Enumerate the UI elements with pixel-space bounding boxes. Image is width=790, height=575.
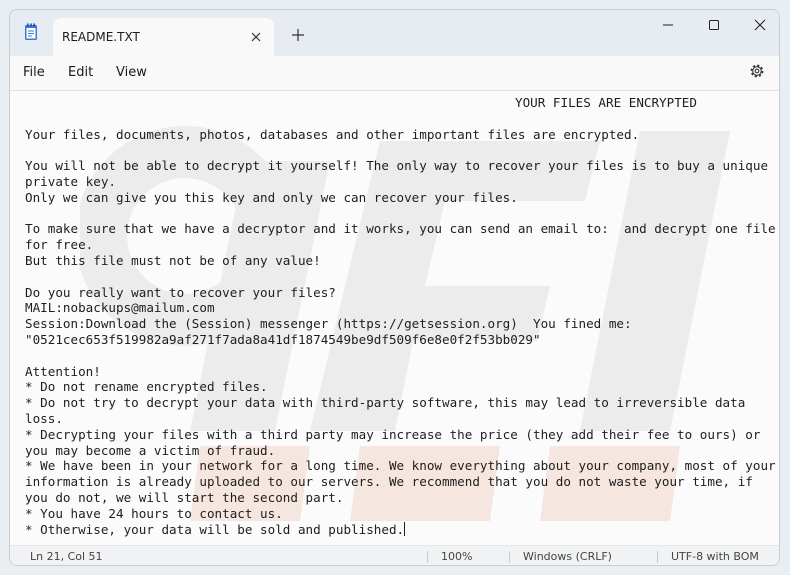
status-divider: [427, 551, 428, 563]
document-body: Your files, documents, photos, databases…: [25, 126, 776, 537]
zoom-level[interactable]: 100%: [441, 550, 472, 563]
document-heading: YOUR FILES ARE ENCRYPTED: [515, 95, 697, 110]
notepad-window: README.TXT File Edit View YOUR FILES ARE…: [9, 9, 780, 566]
tab-readme[interactable]: README.TXT: [53, 18, 274, 56]
gear-icon[interactable]: [749, 63, 765, 79]
status-divider: [509, 551, 510, 563]
menu-bar: File Edit View: [10, 56, 779, 90]
minimize-icon[interactable]: [645, 10, 691, 40]
document-text: YOUR FILES ARE ENCRYPTED Your files, doc…: [25, 95, 777, 537]
menu-file[interactable]: File: [23, 65, 45, 80]
close-tab-icon[interactable]: [244, 25, 268, 49]
title-bar[interactable]: README.TXT: [10, 10, 779, 56]
menu-edit[interactable]: Edit: [68, 65, 93, 80]
line-ending[interactable]: Windows (CRLF): [523, 550, 612, 563]
close-icon[interactable]: [737, 10, 780, 40]
text-caret: [404, 521, 406, 536]
menu-view[interactable]: View: [116, 65, 147, 80]
status-divider: [657, 551, 658, 563]
tab-title: README.TXT: [62, 30, 140, 44]
encoding[interactable]: UTF-8 with BOM: [671, 550, 759, 563]
text-editor[interactable]: YOUR FILES ARE ENCRYPTED Your files, doc…: [10, 90, 779, 545]
plus-icon[interactable]: [289, 26, 307, 44]
cursor-position: Ln 21, Col 51: [30, 550, 103, 563]
maximize-icon[interactable]: [691, 10, 737, 40]
notepad-app-icon: [25, 23, 37, 40]
status-bar: Ln 21, Col 51 100% Windows (CRLF) UTF-8 …: [10, 545, 779, 565]
